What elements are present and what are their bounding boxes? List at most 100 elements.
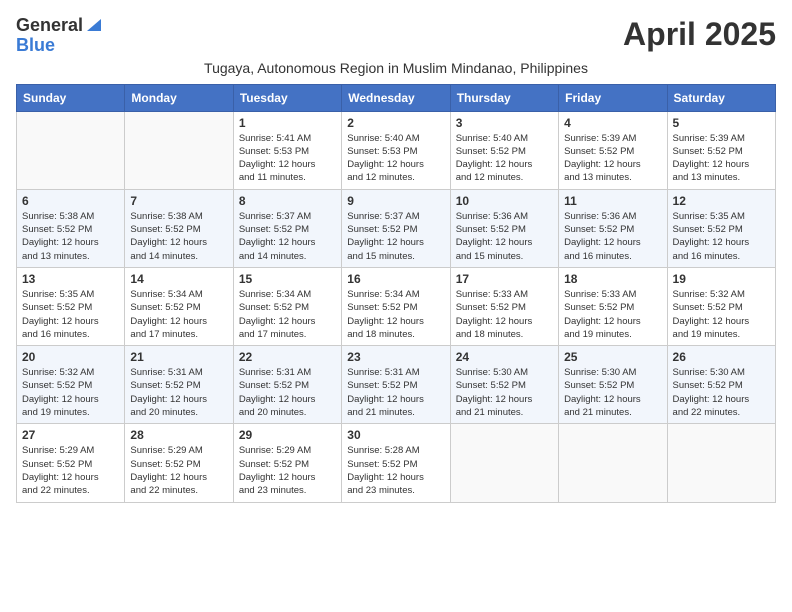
logo: General Blue — [16, 16, 103, 56]
day-info: Sunrise: 5:34 AM Sunset: 5:52 PM Dayligh… — [130, 288, 227, 341]
weekday-header: Tuesday — [233, 84, 341, 111]
calendar-cell: 25Sunrise: 5:30 AM Sunset: 5:52 PM Dayli… — [559, 346, 667, 424]
day-info: Sunrise: 5:31 AM Sunset: 5:52 PM Dayligh… — [239, 366, 336, 419]
calendar-cell: 20 Sunrise: 5:32 AM Sunset: 5:52 PM Dayli… — [17, 346, 125, 424]
calendar-cell: 26Sunrise: 5:30 AM Sunset: 5:52 PM Dayli… — [667, 346, 775, 424]
calendar-cell: 12 Sunrise: 5:35 AM Sunset: 5:52 PM Dayli… — [667, 189, 775, 267]
calendar-cell: 29 Sunrise: 5:29 AM Sunset: 5:52 PM Dayli… — [233, 424, 341, 502]
calendar-cell — [559, 424, 667, 502]
day-number: 3 — [456, 116, 553, 130]
day-info: Sunrise: 5:38 AM Sunset: 5:52 PM Dayligh… — [130, 210, 227, 263]
day-info: Sunrise: 5:33 AM Sunset: 5:52 PM Dayligh… — [564, 288, 661, 341]
calendar-cell: 5 Sunrise: 5:39 AM Sunset: 5:52 PM Daylig… — [667, 111, 775, 189]
calendar-cell: 18 Sunrise: 5:33 AM Sunset: 5:52 PM Dayli… — [559, 267, 667, 345]
calendar-cell: 24 Sunrise: 5:30 AM Sunset: 5:52 PM Dayli… — [450, 346, 558, 424]
weekday-header: Monday — [125, 84, 233, 111]
day-info: Sunrise: 5:40 AM Sunset: 5:53 PM Dayligh… — [347, 132, 444, 185]
day-number: 24 — [456, 350, 553, 364]
calendar-cell: 3 Sunrise: 5:40 AM Sunset: 5:52 PM Daylig… — [450, 111, 558, 189]
day-number: 16 — [347, 272, 444, 286]
calendar-cell: 4Sunrise: 5:39 AM Sunset: 5:52 PM Daylig… — [559, 111, 667, 189]
day-info: Sunrise: 5:35 AM Sunset: 5:52 PM Dayligh… — [22, 288, 119, 341]
day-number: 2 — [347, 116, 444, 130]
logo-general-text: General — [16, 16, 83, 36]
day-number: 22 — [239, 350, 336, 364]
day-number: 7 — [130, 194, 227, 208]
calendar-cell: 16 Sunrise: 5:34 AM Sunset: 5:52 PM Dayli… — [342, 267, 450, 345]
day-number: 8 — [239, 194, 336, 208]
day-number: 14 — [130, 272, 227, 286]
day-info: Sunrise: 5:40 AM Sunset: 5:52 PM Dayligh… — [456, 132, 553, 185]
day-info: Sunrise: 5:32 AM Sunset: 5:52 PM Dayligh… — [22, 366, 119, 419]
day-info: Sunrise: 5:31 AM Sunset: 5:52 PM Dayligh… — [347, 366, 444, 419]
calendar-week-row: 1 Sunrise: 5:41 AM Sunset: 5:53 PM Daylig… — [17, 111, 776, 189]
logo-blue-text: Blue — [16, 36, 55, 56]
day-number: 9 — [347, 194, 444, 208]
weekday-header: Thursday — [450, 84, 558, 111]
calendar-cell — [125, 111, 233, 189]
logo-triangle-icon — [85, 17, 103, 33]
day-number: 12 — [673, 194, 770, 208]
day-number: 1 — [239, 116, 336, 130]
day-number: 11 — [564, 194, 661, 208]
calendar-cell: 30 Sunrise: 5:28 AM Sunset: 5:52 PM Dayli… — [342, 424, 450, 502]
calendar-cell — [450, 424, 558, 502]
weekday-header: Sunday — [17, 84, 125, 111]
calendar-cell: 7 Sunrise: 5:38 AM Sunset: 5:52 PM Daylig… — [125, 189, 233, 267]
day-info: Sunrise: 5:35 AM Sunset: 5:52 PM Dayligh… — [673, 210, 770, 263]
day-number: 26 — [673, 350, 770, 364]
day-number: 13 — [22, 272, 119, 286]
day-number: 30 — [347, 428, 444, 442]
day-info: Sunrise: 5:36 AM Sunset: 5:52 PM Dayligh… — [564, 210, 661, 263]
subtitle: Tugaya, Autonomous Region in Muslim Mind… — [16, 60, 776, 76]
day-info: Sunrise: 5:29 AM Sunset: 5:52 PM Dayligh… — [239, 444, 336, 497]
day-info: Sunrise: 5:37 AM Sunset: 5:52 PM Dayligh… — [347, 210, 444, 263]
day-info: Sunrise: 5:36 AM Sunset: 5:52 PM Dayligh… — [456, 210, 553, 263]
day-number: 5 — [673, 116, 770, 130]
calendar-cell: 11 Sunrise: 5:36 AM Sunset: 5:52 PM Dayli… — [559, 189, 667, 267]
day-info: Sunrise: 5:39 AM Sunset: 5:52 PM Dayligh… — [564, 132, 661, 185]
day-info: Sunrise: 5:31 AM Sunset: 5:52 PM Dayligh… — [130, 366, 227, 419]
calendar-cell: 27 Sunrise: 5:29 AM Sunset: 5:52 PM Dayli… — [17, 424, 125, 502]
calendar-cell: 2 Sunrise: 5:40 AM Sunset: 5:53 PM Daylig… — [342, 111, 450, 189]
weekday-header: Wednesday — [342, 84, 450, 111]
calendar-cell: 14 Sunrise: 5:34 AM Sunset: 5:52 PM Dayli… — [125, 267, 233, 345]
day-info: Sunrise: 5:28 AM Sunset: 5:52 PM Dayligh… — [347, 444, 444, 497]
day-info: Sunrise: 5:41 AM Sunset: 5:53 PM Dayligh… — [239, 132, 336, 185]
day-number: 15 — [239, 272, 336, 286]
calendar-cell — [17, 111, 125, 189]
day-number: 25 — [564, 350, 661, 364]
calendar-week-row: 20 Sunrise: 5:32 AM Sunset: 5:52 PM Dayli… — [17, 346, 776, 424]
calendar-cell: 6Sunrise: 5:38 AM Sunset: 5:52 PM Daylig… — [17, 189, 125, 267]
calendar-cell: 21 Sunrise: 5:31 AM Sunset: 5:52 PM Dayli… — [125, 346, 233, 424]
day-info: Sunrise: 5:30 AM Sunset: 5:52 PM Dayligh… — [456, 366, 553, 419]
day-number: 6 — [22, 194, 119, 208]
calendar-week-row: 13 Sunrise: 5:35 AM Sunset: 5:52 PM Dayli… — [17, 267, 776, 345]
day-info: Sunrise: 5:29 AM Sunset: 5:52 PM Dayligh… — [22, 444, 119, 497]
calendar-cell: 19 Sunrise: 5:32 AM Sunset: 5:52 PM Dayli… — [667, 267, 775, 345]
calendar-week-row: 6 Sunrise: 5:38 AM Sunset: 5:52 PM Daylig… — [17, 189, 776, 267]
calendar-cell: 17Sunrise: 5:33 AM Sunset: 5:52 PM Dayli… — [450, 267, 558, 345]
day-number: 21 — [130, 350, 227, 364]
calendar-cell: 1 Sunrise: 5:41 AM Sunset: 5:53 PM Daylig… — [233, 111, 341, 189]
day-info: Sunrise: 5:32 AM Sunset: 5:52 PM Dayligh… — [673, 288, 770, 341]
day-number: 10 — [456, 194, 553, 208]
calendar-week-row: 27 Sunrise: 5:29 AM Sunset: 5:52 PM Dayli… — [17, 424, 776, 502]
day-info: Sunrise: 5:34 AM Sunset: 5:52 PM Dayligh… — [239, 288, 336, 341]
weekday-header: Saturday — [667, 84, 775, 111]
day-number: 17 — [456, 272, 553, 286]
day-number: 29 — [239, 428, 336, 442]
day-info: Sunrise: 5:34 AM Sunset: 5:52 PM Dayligh… — [347, 288, 444, 341]
calendar-cell: 8Sunrise: 5:37 AM Sunset: 5:52 PM Daylig… — [233, 189, 341, 267]
day-number: 18 — [564, 272, 661, 286]
calendar-table: SundayMondayTuesdayWednesdayThursdayFrid… — [16, 84, 776, 503]
calendar-header-row: SundayMondayTuesdayWednesdayThursdayFrid… — [17, 84, 776, 111]
calendar-cell: 9 Sunrise: 5:37 AM Sunset: 5:52 PM Daylig… — [342, 189, 450, 267]
day-info: Sunrise: 5:39 AM Sunset: 5:52 PM Dayligh… — [673, 132, 770, 185]
month-title: April 2025 — [623, 16, 776, 53]
calendar-cell: 13 Sunrise: 5:35 AM Sunset: 5:52 PM Dayli… — [17, 267, 125, 345]
day-number: 20 — [22, 350, 119, 364]
day-number: 19 — [673, 272, 770, 286]
day-number: 23 — [347, 350, 444, 364]
day-number: 27 — [22, 428, 119, 442]
